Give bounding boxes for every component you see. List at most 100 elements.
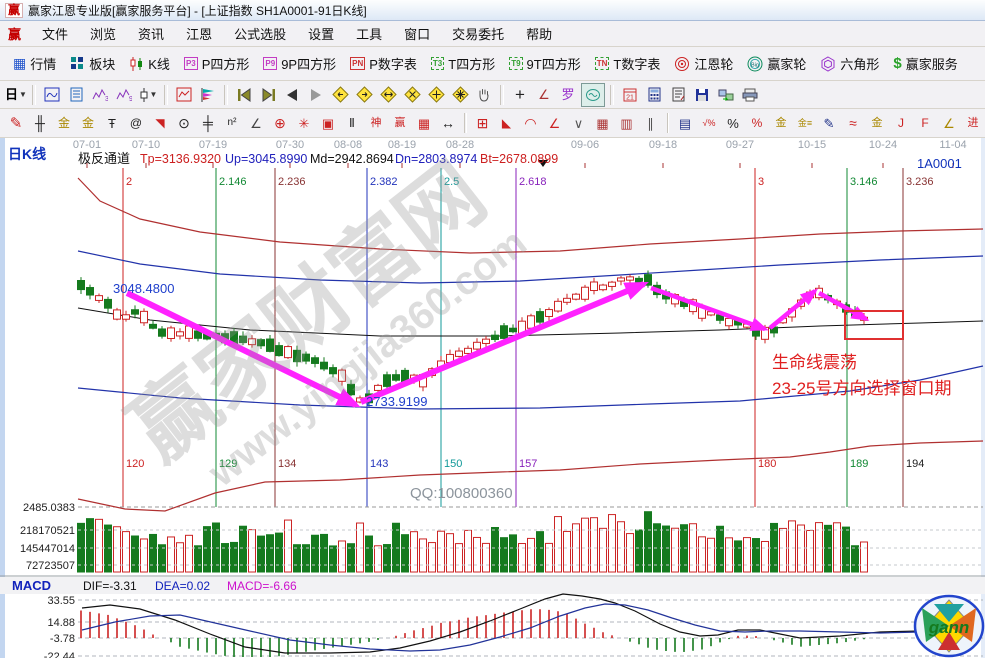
volume-bar[interactable]: [807, 530, 814, 572]
volume-bar[interactable]: [249, 530, 256, 572]
volume-bar[interactable]: [375, 546, 382, 572]
tb3-square-target[interactable]: ▣: [317, 112, 339, 134]
tb3-arc-tool[interactable]: ◠: [520, 112, 542, 134]
tb3-grid-ladder[interactable]: ╪: [197, 112, 219, 134]
tb1-blocks[interactable]: 板块: [63, 52, 122, 75]
tb2-export-tool[interactable]: [715, 84, 737, 106]
candle-body[interactable]: [96, 296, 103, 301]
tb1-badge-T3[interactable]: T3T四方形: [424, 52, 502, 75]
volume-bar[interactable]: [150, 534, 157, 572]
volume-bar[interactable]: [447, 534, 454, 572]
tb3-target-cross[interactable]: ⊕: [269, 112, 291, 134]
tb3-star-burst[interactable]: ✳: [293, 112, 315, 134]
volume-bar[interactable]: [96, 519, 103, 572]
tb2-hand-tool[interactable]: [473, 84, 495, 106]
candle-body[interactable]: [726, 318, 733, 325]
candle-body[interactable]: [627, 277, 634, 280]
volume-bar[interactable]: [591, 518, 598, 572]
volume-bar[interactable]: [168, 537, 175, 572]
volume-bar[interactable]: [528, 538, 535, 572]
volume-bar[interactable]: [582, 518, 589, 572]
volume-bar[interactable]: [762, 541, 769, 572]
volume-bar[interactable]: [294, 545, 301, 572]
tb3-gold-lines[interactable]: 金≡: [794, 112, 816, 134]
candle-body[interactable]: [645, 275, 652, 286]
tb3-shen-tool[interactable]: 神: [365, 112, 387, 134]
volume-bar[interactable]: [123, 532, 130, 572]
menu-item-0[interactable]: 文件: [31, 24, 79, 45]
tb3-chart-box[interactable]: ▤: [674, 112, 696, 134]
tb3-v-lines[interactable]: ∨: [568, 112, 590, 134]
volume-bar[interactable]: [699, 537, 706, 572]
volume-bar[interactable]: [618, 522, 625, 572]
menu-item-7[interactable]: 窗口: [393, 24, 441, 45]
tb3-width-arrow[interactable]: ↔: [437, 112, 459, 134]
tb2-save-disk[interactable]: [691, 84, 713, 106]
volume-bar[interactable]: [420, 539, 427, 572]
volume-bar[interactable]: [501, 538, 508, 572]
candle-body[interactable]: [510, 328, 517, 331]
volume-bar[interactable]: [753, 539, 760, 572]
candle-body[interactable]: [528, 316, 535, 328]
tb2-flag-chart[interactable]: [197, 84, 219, 106]
tb3-grid-cols[interactable]: ▥: [616, 112, 638, 134]
tb3-parallel-lines[interactable]: ∥: [640, 112, 662, 134]
volume-bar[interactable]: [627, 534, 634, 572]
candle-body[interactable]: [114, 310, 121, 319]
tb2-angle-measure[interactable]: ∠: [533, 84, 555, 106]
tb3-percent[interactable]: %: [722, 112, 744, 134]
menu-item-2[interactable]: 资讯: [127, 24, 175, 45]
volume-bar[interactable]: [285, 520, 292, 572]
candle-body[interactable]: [375, 385, 382, 390]
candle-body[interactable]: [393, 375, 400, 381]
menu-item-3[interactable]: 江恩: [175, 24, 223, 45]
tb3-gold-ladder-2[interactable]: 金: [77, 112, 99, 134]
tb2-diamond-star[interactable]: [449, 84, 471, 106]
tb2-stock-red[interactable]: [173, 84, 195, 106]
tb1-badge-PN[interactable]: PNP数字表: [343, 52, 424, 75]
volume-bar[interactable]: [465, 530, 472, 572]
volume-bar[interactable]: [132, 536, 139, 572]
candle-body[interactable]: [492, 335, 499, 339]
candle-body[interactable]: [591, 282, 598, 291]
tb3-gold-circle[interactable]: 金: [770, 112, 792, 134]
tb1-badge-P3[interactable]: P3P四方形: [177, 52, 256, 75]
volume-bar[interactable]: [258, 536, 265, 572]
volume-bar[interactable]: [339, 541, 346, 572]
tb3-box-lines[interactable]: ⊞: [472, 112, 494, 134]
tb3-f-ladder[interactable]: Ŧ: [101, 112, 123, 134]
candle-body[interactable]: [546, 310, 553, 317]
menu-item-5[interactable]: 设置: [297, 24, 345, 45]
tb1-badge-P9[interactable]: P99P四方形: [256, 52, 343, 75]
tb2-notepad[interactable]: [667, 84, 689, 106]
candle-body[interactable]: [501, 326, 508, 339]
candle-body[interactable]: [159, 329, 166, 336]
volume-bar[interactable]: [384, 545, 391, 572]
volume-bar[interactable]: [708, 538, 715, 572]
volume-bar[interactable]: [735, 541, 742, 572]
volume-bar[interactable]: [636, 530, 643, 572]
tb3-jin-tool[interactable]: 进: [962, 112, 984, 134]
menu-item-8[interactable]: 交易委托: [441, 24, 515, 45]
tb2-wave-3[interactable]: 3: [89, 84, 111, 106]
tb2-calculator[interactable]: [643, 84, 665, 106]
candle-body[interactable]: [123, 315, 130, 319]
tb2-nav-last[interactable]: [257, 84, 279, 106]
tb2-wave-9[interactable]: 9: [113, 84, 135, 106]
menu-item-1[interactable]: 浏览: [79, 24, 127, 45]
volume-bar[interactable]: [645, 512, 652, 572]
tb3-ying-tool[interactable]: 赢: [389, 112, 411, 134]
volume-bar[interactable]: [726, 538, 733, 572]
tb2-nav-next[interactable]: [305, 84, 327, 106]
tb1-hexagon[interactable]: 六角形: [813, 52, 886, 75]
tb3-angle-flag[interactable]: ∠: [245, 112, 267, 134]
volume-bar[interactable]: [609, 515, 616, 572]
tb1-quote-grid[interactable]: ▦行情: [6, 52, 63, 75]
tb3-retrace-percent[interactable]: √%: [698, 112, 720, 134]
volume-bar[interactable]: [438, 531, 445, 572]
volume-bar[interactable]: [789, 521, 796, 572]
volume-bar[interactable]: [141, 539, 148, 572]
menu-item-4[interactable]: 公式选股: [223, 24, 297, 45]
candle-body[interactable]: [564, 298, 571, 302]
tb3-candle-pen[interactable]: ✎: [818, 112, 840, 134]
